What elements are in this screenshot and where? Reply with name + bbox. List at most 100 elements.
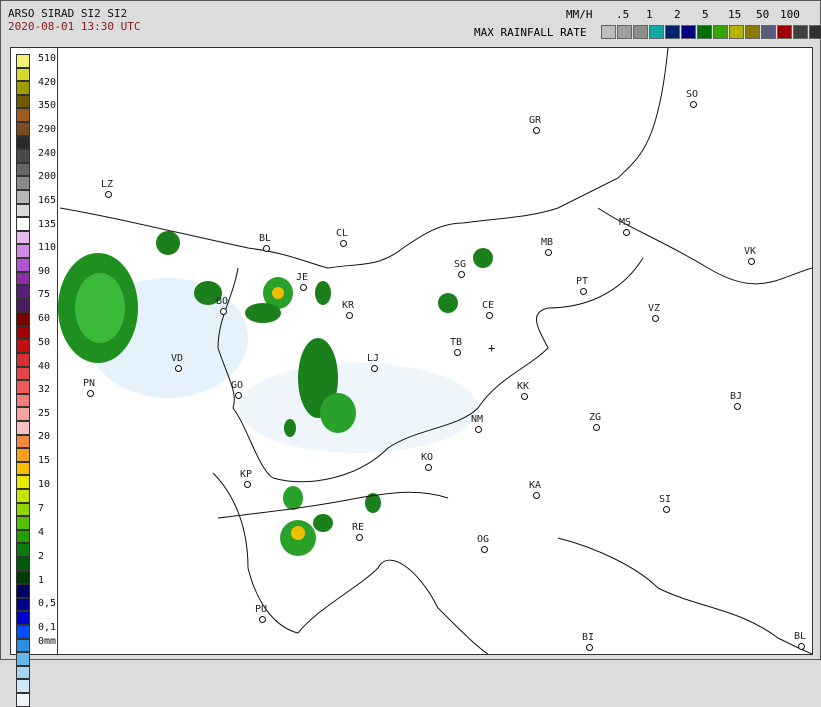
- city-dot: [734, 403, 741, 410]
- rate-swatch: [697, 25, 712, 39]
- city-dot: [356, 534, 363, 541]
- legend-label: 0,1: [38, 622, 57, 633]
- legend-label: 15: [38, 455, 51, 466]
- legend-label: 10: [38, 479, 51, 490]
- legend-swatch: [16, 325, 30, 340]
- city-dot: [690, 101, 697, 108]
- rate-swatch: [633, 25, 648, 39]
- city-dot: [545, 249, 552, 256]
- city-label: SI: [659, 494, 672, 505]
- city-dot: [586, 644, 593, 651]
- legend-swatch: [16, 217, 30, 231]
- city-label: PN: [83, 378, 96, 389]
- legend-swatch: [16, 434, 30, 449]
- legend-label: 2: [38, 551, 45, 562]
- legend-swatch: [16, 339, 30, 354]
- legend-swatch: [16, 448, 30, 462]
- legend-swatch: [16, 176, 30, 190]
- city-label: GR: [529, 115, 542, 126]
- legend-label: 25: [38, 408, 51, 419]
- legend-swatch: [16, 285, 30, 299]
- city-label: SO: [686, 89, 699, 100]
- city-label: VK: [744, 246, 757, 257]
- city-label: RE: [352, 522, 365, 533]
- scale-label: .5: [616, 8, 630, 21]
- city-label: VD: [171, 353, 184, 364]
- legend-swatch: [16, 312, 30, 326]
- city-label: BI: [582, 632, 595, 643]
- city-dot: [593, 424, 600, 431]
- legend-swatch: [16, 556, 30, 571]
- city-dot: [244, 481, 251, 488]
- legend-unit: 0mm: [38, 636, 57, 647]
- city-label: PT: [576, 276, 589, 287]
- radar-site-marker: +: [488, 341, 495, 355]
- rainfall-rate-title: MAX RAINFALL RATE: [474, 26, 587, 39]
- city-label: CE: [482, 300, 495, 311]
- legend-swatch: [16, 597, 30, 612]
- legend-swatch: [16, 298, 30, 313]
- legend-swatch: [16, 679, 30, 693]
- radar-map[interactable]: + SO GR LZ MS BL CL MB VK JE SG PT BO KR CE VZ TB VD LJ PN…: [57, 47, 813, 655]
- legend-swatch: [16, 94, 30, 109]
- legend-swatch: [16, 611, 30, 625]
- city-label: KP: [240, 469, 253, 480]
- city-dot: [748, 258, 755, 265]
- city-label: PU: [255, 604, 268, 615]
- legend-swatch: [16, 475, 30, 489]
- city-label: BL: [259, 233, 272, 244]
- legend-label: 90: [38, 266, 51, 277]
- city-dot: [481, 546, 488, 553]
- legend-swatch: [16, 665, 30, 680]
- rate-swatch: [681, 25, 696, 39]
- city-dot: [652, 315, 659, 322]
- top-color-scale: [601, 25, 821, 39]
- legend-label: 20: [38, 431, 51, 442]
- legend-label: 50: [38, 337, 51, 348]
- city-label: LZ: [101, 179, 114, 190]
- legend-label: 200: [38, 171, 57, 182]
- legend-swatch: [16, 203, 30, 218]
- city-dot: [533, 492, 540, 499]
- map-canvas: +: [58, 48, 812, 654]
- city-dot: [663, 506, 670, 513]
- legend-swatch: [16, 461, 30, 476]
- rate-swatch: [729, 25, 744, 39]
- legend-label: 32: [38, 384, 51, 395]
- legend-label: 40: [38, 361, 51, 372]
- city-label: KO: [421, 452, 434, 463]
- rate-swatch: [617, 25, 632, 39]
- legend-swatch: [16, 135, 30, 150]
- legend-swatch: [16, 393, 30, 408]
- city-dot: [798, 643, 805, 650]
- city-label: KK: [517, 381, 530, 392]
- scale-label: 2: [674, 8, 681, 21]
- rate-swatch: [745, 25, 760, 39]
- rate-swatch: [713, 25, 728, 39]
- legend-swatch: [16, 54, 30, 68]
- legend-swatch: [16, 692, 30, 707]
- legend-swatch: [16, 257, 30, 272]
- legend-label: 75: [38, 289, 51, 300]
- city-label: KA: [529, 480, 542, 491]
- legend-label: 60: [38, 313, 51, 324]
- city-label: VZ: [648, 303, 661, 314]
- city-label: TB: [450, 337, 463, 348]
- scale-label: 100: [780, 8, 800, 21]
- legend-swatch: [16, 271, 30, 286]
- legend-swatch: [16, 121, 30, 136]
- legend-swatch: [16, 584, 30, 598]
- legend-label: 0,5: [38, 598, 57, 609]
- city-dot: [533, 127, 540, 134]
- city-dot: [259, 616, 266, 623]
- legend-swatch: [16, 230, 30, 245]
- color-legend: 510 420 350 290 240 200 165 135 110 90 75 60 50 40 32 2…: [10, 47, 62, 707]
- city-dot: [580, 288, 587, 295]
- city-dot: [340, 240, 347, 247]
- city-dot: [425, 464, 432, 471]
- legend-swatch: [16, 529, 30, 544]
- unit-label: MM/H: [566, 8, 593, 21]
- city-dot: [371, 365, 378, 372]
- legend-swatch: [16, 244, 30, 258]
- legend-swatch: [16, 570, 30, 585]
